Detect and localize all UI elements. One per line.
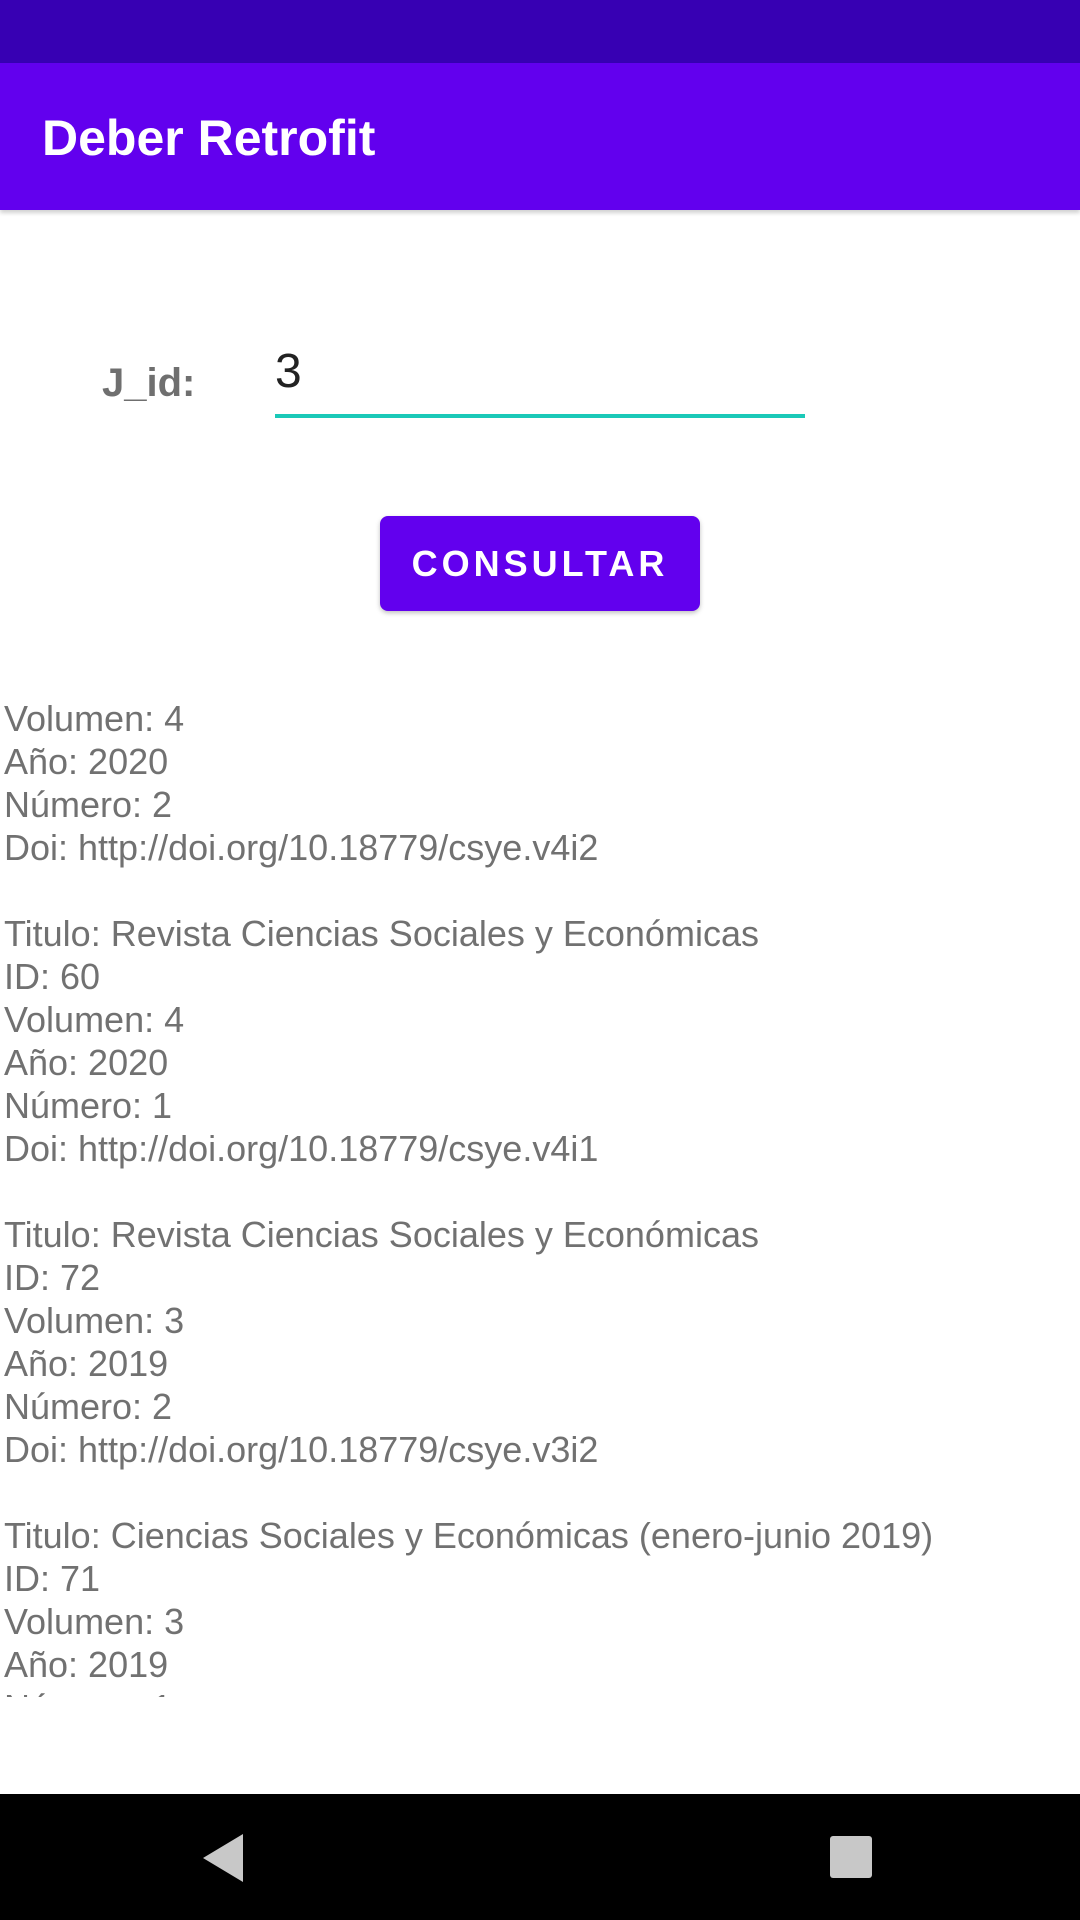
result-line: Titulo: Ciencias Sociales y Económicas (… [4,1515,934,1556]
result-line: ID: 71 [4,1558,101,1599]
navigation-bar [0,1794,1080,1920]
recents-square-icon[interactable] [830,1836,872,1878]
result-line [4,1170,1074,1213]
result-line [4,869,1074,912]
result-line: Número: 2 [4,784,173,825]
result-line: Número: 2 [4,1386,173,1427]
result-line: Volumen: 4 [4,698,185,739]
result-line: Volumen: 3 [4,1300,185,1341]
back-triangle-icon[interactable] [203,1834,243,1882]
app-title: Deber Retrofit [42,110,376,166]
j-id-input[interactable] [275,338,805,418]
result-line [4,1471,1074,1514]
consultar-button[interactable]: CONSULTAR [380,516,700,611]
result-line: Número: 1 [4,1686,1074,1697]
result-line: ID: 72 [4,1257,101,1298]
app-bar: Deber Retrofit [0,63,1080,210]
result-line: Año: 2019 [4,1343,169,1384]
result-line: Año: 2020 [4,1042,169,1083]
result-line: ID: 60 [4,956,101,997]
result-line: Doi: http://doi.org/10.18779/csye.v3i2 [4,1429,599,1470]
result-line: Doi: http://doi.org/10.18779/csye.v4i2 [4,827,599,868]
result-line: Año: 2020 [4,741,169,782]
result-line: Titulo: Revista Ciencias Sociales y Econ… [4,913,759,954]
result-line: Año: 2019 [4,1644,169,1685]
results-list[interactable]: Volumen: 4 Año: 2020 Número: 2 Doi: http… [4,697,1074,1697]
j-id-label: J_id: [102,361,196,405]
status-bar [0,0,1080,63]
result-line: Doi: http://doi.org/10.18779/csye.v4i1 [4,1128,599,1169]
result-line: Número: 1 [4,1085,173,1126]
result-line: Volumen: 4 [4,999,185,1040]
result-line: Titulo: Revista Ciencias Sociales y Econ… [4,1214,759,1255]
result-line: Volumen: 3 [4,1601,185,1642]
